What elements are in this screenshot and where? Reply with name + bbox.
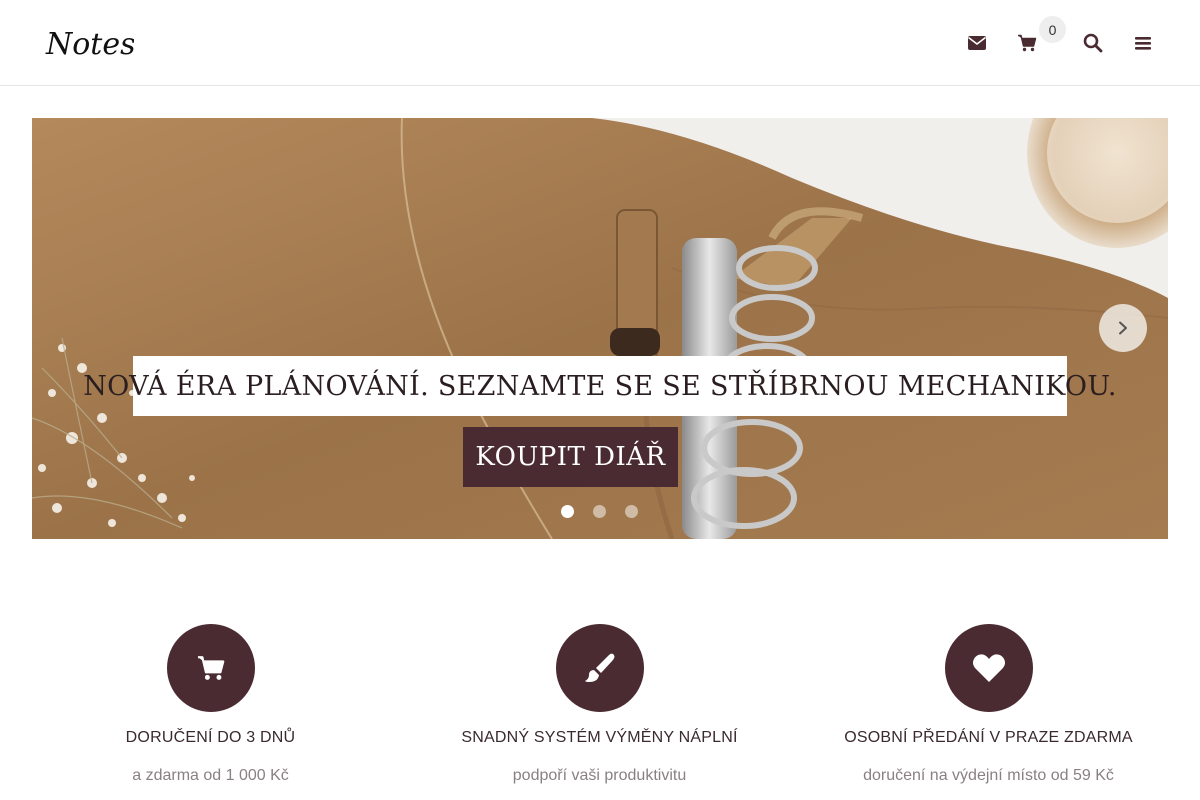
feature-pickup: OSOBNÍ PŘEDÁNÍ V PRAZE ZDARMA doručení n… — [794, 624, 1183, 786]
feature-subtitle: podpoří vaši produktivitu — [512, 767, 687, 784]
heart-icon — [972, 654, 1005, 682]
feature-subtitle: doručení na výdejní místo od 59 Kč — [863, 767, 1114, 784]
feature-title: DORUČENÍ DO 3 DNŮ — [125, 729, 296, 746]
logo-text: Notessy — [45, 27, 134, 62]
feature-icon-circle — [944, 624, 1033, 712]
hero-slider: NOVÁ ÉRA PLÁNOVÁNÍ. SEZNAMTE SE SE STŘÍB… — [32, 118, 1168, 539]
site-logo[interactable]: Notessy — [44, 18, 169, 68]
slider-dot-1[interactable] — [561, 505, 574, 518]
slider-dot-3[interactable] — [625, 505, 638, 518]
cart-icon[interactable] — [1013, 29, 1041, 57]
slider-dot-2[interactable] — [593, 505, 606, 518]
feature-title: SNADNÝ SYSTÉM VÝMĚNY NÁPLNÍ — [461, 729, 738, 746]
feature-title: OSOBNÍ PŘEDÁNÍ V PRAZE ZDARMA — [844, 729, 1133, 746]
buy-planner-button[interactable]: KOUPIT DIÁŘ — [463, 427, 678, 487]
feature-icon-circle — [166, 624, 255, 712]
slider-dots — [561, 505, 638, 519]
brush-icon — [584, 653, 614, 682]
cart-icon — [197, 656, 224, 680]
hero-banner-text: NOVÁ ÉRA PLÁNOVÁNÍ. SEZNAMTE SE SE STŘÍB… — [83, 356, 1117, 416]
feature-subtitle: a zdarma od 1 000 Kč — [132, 767, 289, 784]
feature-refills: SNADNÝ SYSTÉM VÝMĚNY NÁPLNÍ podpoří vaši… — [405, 624, 794, 786]
feature-icon-circle — [555, 624, 644, 712]
feature-delivery: DORUČENÍ DO 3 DNŮ a zdarma od 1 000 Kč — [16, 624, 405, 786]
slider-next-button[interactable] — [1099, 304, 1147, 352]
cart-count-badge[interactable]: 0 — [1039, 16, 1066, 43]
search-icon[interactable] — [1079, 29, 1107, 57]
site-header: Notessy 0 — [0, 0, 1200, 86]
menu-icon[interactable] — [1129, 29, 1157, 57]
features-section: DORUČENÍ DO 3 DNŮ a zdarma od 1 000 Kč S… — [0, 624, 1200, 800]
chevron-right-icon — [1119, 321, 1127, 335]
envelope-icon[interactable] — [963, 29, 991, 57]
